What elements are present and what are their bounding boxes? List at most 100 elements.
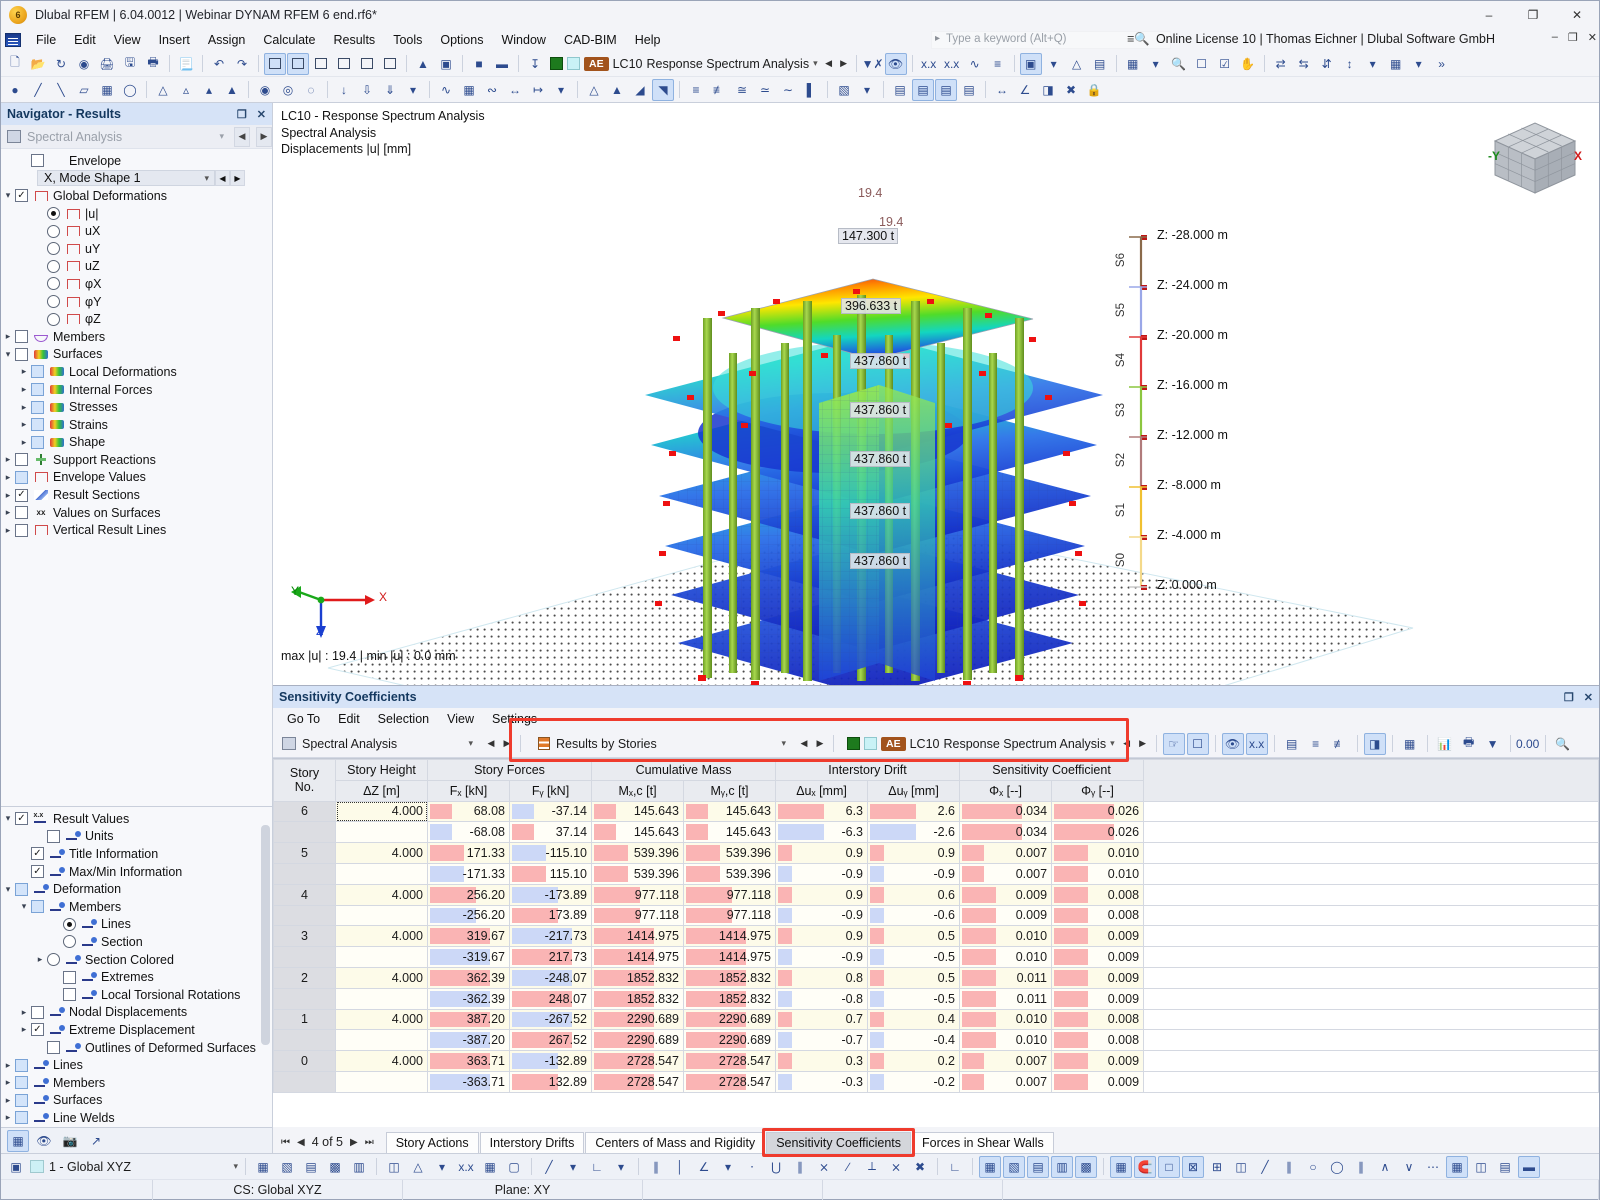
tree-expander[interactable]: ▸ <box>1 331 15 342</box>
next-load-case-button[interactable]: ▶ <box>837 54 851 74</box>
tree-item[interactable]: ▸ ✓ Extreme Displacement <box>1 1021 272 1039</box>
tree-expander[interactable]: ▾ <box>1 813 15 824</box>
tree-item[interactable]: ▸ Internal Forces <box>1 381 272 399</box>
cell-story-no[interactable] <box>273 946 336 968</box>
pager-first-button[interactable]: ⏮ <box>281 1137 290 1148</box>
cell-myc[interactable]: 2290.689 <box>683 1029 777 1052</box>
tree-item[interactable]: ▸ ✓ Result Sections <box>1 486 272 504</box>
view-cube[interactable]: -Y X <box>1487 117 1583 199</box>
cell-fy[interactable]: 248.07 <box>508 987 593 1010</box>
cell-myc[interactable]: 2728.547 <box>683 1050 777 1072</box>
cell-duy[interactable]: -0.2 <box>867 1070 961 1093</box>
table-row[interactable]: 6 4.000 68.08 -37.14 145.643 145.643 6.3 2.6 0.0… <box>273 800 1599 823</box>
cell-fx[interactable]: 362.39 <box>427 966 510 989</box>
circle-snap-icon[interactable]: ○ <box>1302 1156 1324 1178</box>
checkbox[interactable] <box>31 435 44 449</box>
view-mode-5-icon[interactable] <box>356 53 378 75</box>
tree-expander[interactable]: ▸ <box>1 1112 15 1123</box>
ellipse-snap-icon[interactable]: ◯ <box>1326 1156 1348 1178</box>
tree-expander[interactable]: ▾ <box>17 901 31 912</box>
results-type-combo[interactable]: Results by Stories ▾ <box>533 733 795 755</box>
cell-mxc[interactable]: 1852.832 <box>591 966 685 989</box>
arc-snap-2-icon[interactable]: ⋃ <box>765 1156 787 1178</box>
tree-item[interactable]: uX <box>1 222 272 240</box>
checkbox[interactable] <box>31 154 44 168</box>
load-case-source-icon[interactable]: ↧ <box>524 53 546 75</box>
cell-story-no[interactable] <box>273 1070 336 1093</box>
tree-expander[interactable]: ▸ <box>1 454 15 465</box>
cell-phiy[interactable]: 0.009 <box>1051 966 1145 989</box>
magnet-icon[interactable]: 🧲 <box>1134 1155 1156 1178</box>
grid-final-icon[interactable]: ▦ <box>1446 1155 1468 1178</box>
navigator-analysis-selector[interactable]: Spectral Analysis ▾ ◀ ▶ <box>1 125 272 149</box>
results-pager[interactable]: ⏮ ◀ 4 of 5 ▶ ⏭ <box>277 1135 386 1153</box>
support-surface-icon[interactable]: ▲ <box>221 79 243 101</box>
table-view-3-icon[interactable]: ▤ <box>935 78 957 101</box>
cell-dux[interactable]: -0.3 <box>775 1070 869 1093</box>
menu-calculate[interactable]: Calculate <box>254 31 324 49</box>
tree-item[interactable]: ▸ Shape <box>1 434 272 452</box>
menu-help[interactable]: Help <box>626 31 670 49</box>
cell-fx[interactable]: -171.33 <box>427 862 510 885</box>
cell-fy[interactable]: -132.89 <box>508 1050 593 1072</box>
column-icon[interactable]: ▌ <box>800 79 822 101</box>
cell-delta-z[interactable]: 4.000 <box>335 883 428 906</box>
loads-icon[interactable]: ▣ <box>435 53 457 75</box>
stiffness-icon[interactable]: ∾ <box>481 79 503 101</box>
cell-myc[interactable]: 977.118 <box>683 883 777 906</box>
snap-dropdown-icon[interactable]: ▾ <box>1362 53 1384 75</box>
tree-expander[interactable]: ▾ <box>1 884 15 895</box>
cell-fy[interactable]: 132.89 <box>508 1070 593 1093</box>
results-type-prev-button[interactable]: ◀ <box>797 734 811 754</box>
cell-fx[interactable]: -319.67 <box>427 946 510 968</box>
tree-item[interactable]: φZ <box>1 310 272 328</box>
cell-phix[interactable]: 0.010 <box>959 1008 1053 1031</box>
tree-item[interactable]: ▸ Strains <box>1 416 272 434</box>
line-icon[interactable]: ╱ <box>27 79 49 101</box>
section-cut-icon[interactable]: ◢ <box>629 79 651 101</box>
checkbox[interactable] <box>15 470 28 484</box>
coordinate-system-selector[interactable]: 1 - Global XYZ ▾ <box>29 1157 239 1177</box>
grid-lines-icon[interactable]: ▦ <box>1399 733 1421 755</box>
cell-fx[interactable]: 256.20 <box>427 883 510 906</box>
ucs-3-icon[interactable]: ▤ <box>300 1156 322 1178</box>
tree-item[interactable]: Outlines of Deformed Surfaces <box>1 1039 272 1057</box>
result-beam-icon[interactable]: ▲ <box>606 79 628 101</box>
distribute-1-icon[interactable]: ≡ <box>685 79 707 101</box>
pager-next-button[interactable]: ▶ <box>350 1137 358 1148</box>
cell-fy[interactable]: -37.14 <box>508 800 593 823</box>
cell-story-no[interactable] <box>273 987 336 1010</box>
col-fy[interactable]: Fᵧ [kN] <box>508 779 593 802</box>
cell-dux[interactable]: 0.8 <box>775 966 869 989</box>
open-file-icon[interactable]: 📂 <box>27 53 49 75</box>
tree-item[interactable]: uY <box>1 240 272 258</box>
cell-phix[interactable]: 0.007 <box>959 862 1053 885</box>
zoom-window-icon[interactable]: 🔍 <box>1168 53 1190 75</box>
pager-prev-button[interactable]: ◀ <box>297 1137 305 1148</box>
doc-restore-icon[interactable]: ❐ <box>1568 31 1578 44</box>
checkbox[interactable] <box>15 1093 28 1107</box>
cell-duy[interactable]: 2.6 <box>867 800 961 823</box>
col-fx[interactable]: Fₓ [kN] <box>427 779 510 802</box>
story-results-icon[interactable]: ◥ <box>652 78 674 101</box>
cell-story-no[interactable] <box>273 1029 336 1052</box>
cell-delta-z[interactable] <box>335 904 428 927</box>
grid-display-3-icon[interactable]: ▤ <box>1027 1155 1049 1178</box>
cell-myc[interactable]: 539.396 <box>683 842 777 864</box>
cell-duy[interactable]: -0.9 <box>867 862 961 885</box>
snap-settings-icon[interactable]: △ <box>407 1156 429 1178</box>
ucs-4-icon[interactable]: ▩ <box>324 1156 346 1178</box>
tree-expander[interactable]: ▾ <box>1 349 15 360</box>
distribute-2-icon[interactable]: ≢ <box>708 79 730 101</box>
view-mode-6-icon[interactable] <box>379 53 401 75</box>
cell-phiy[interactable]: 0.009 <box>1051 1050 1145 1072</box>
col-story-no[interactable]: Story No. <box>273 759 336 802</box>
chevron-down-icon[interactable]: ▾ <box>775 738 792 749</box>
cell-dux[interactable]: -0.8 <box>775 987 869 1010</box>
cell-phix[interactable]: 0.011 <box>959 987 1053 1010</box>
col-group-story-forces[interactable]: Story Forces <box>426 759 593 781</box>
lock-icon[interactable]: 🔒 <box>1083 79 1105 101</box>
print-icon[interactable]: 🖶 <box>142 53 164 75</box>
result-values-icon[interactable]: x.x <box>918 53 940 75</box>
ucs-2-icon[interactable]: ▧ <box>276 1156 298 1178</box>
